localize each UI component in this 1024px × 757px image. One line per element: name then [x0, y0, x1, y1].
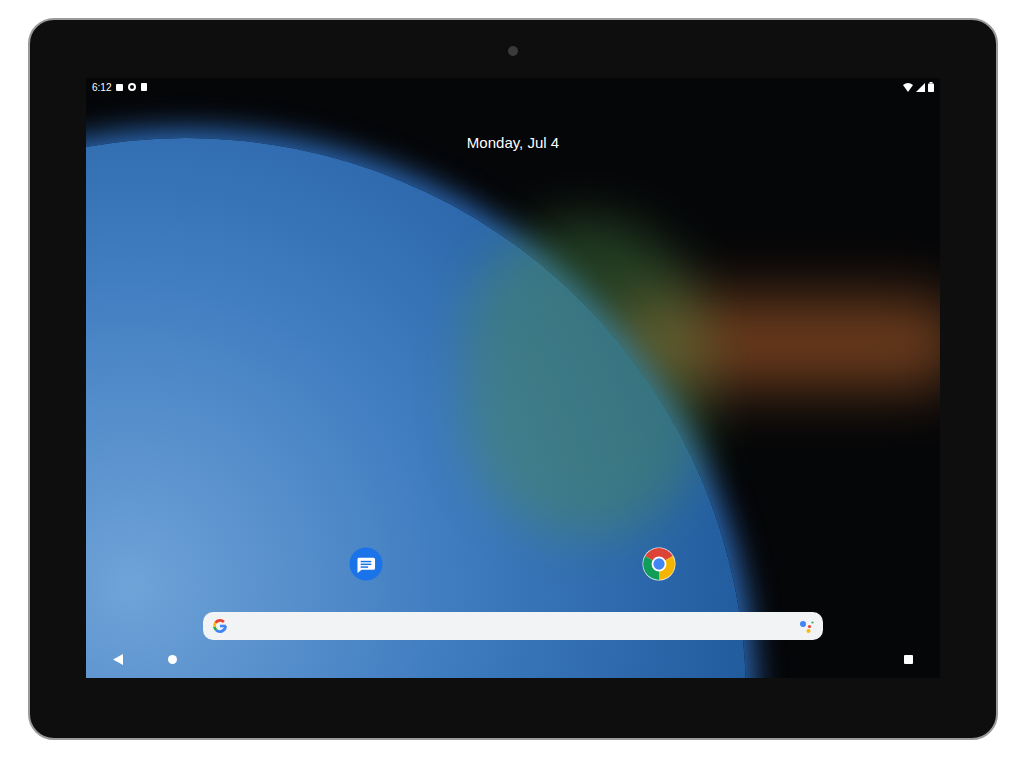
- wallpaper: [86, 78, 940, 678]
- back-icon[interactable]: [113, 654, 123, 665]
- notification-icon: [116, 84, 123, 91]
- date-label[interactable]: Monday, Jul 4: [467, 134, 559, 152]
- navigation-bar: [86, 640, 940, 678]
- wifi-icon: [903, 83, 913, 92]
- sd-card-icon: [141, 83, 147, 91]
- assistant-icon[interactable]: [797, 617, 815, 635]
- sync-icon: [128, 83, 136, 91]
- chrome-icon[interactable]: [642, 547, 676, 581]
- home-icon[interactable]: [168, 655, 177, 664]
- status-bar: 6:12: [86, 78, 940, 96]
- page: 6:12 Monday, Jul 4: [0, 0, 1024, 757]
- battery-icon: [928, 82, 934, 92]
- status-time: 6:12: [92, 80, 111, 95]
- google-logo-icon: [211, 617, 229, 635]
- signal-icon: [916, 83, 925, 92]
- tablet-frame: 6:12 Monday, Jul 4: [28, 18, 998, 740]
- recents-icon[interactable]: [904, 655, 913, 664]
- messages-icon[interactable]: [349, 547, 383, 581]
- app-row: [86, 547, 940, 581]
- search-bar[interactable]: [203, 612, 823, 640]
- screen: 6:12 Monday, Jul 4: [86, 78, 940, 678]
- front-camera: [508, 46, 518, 56]
